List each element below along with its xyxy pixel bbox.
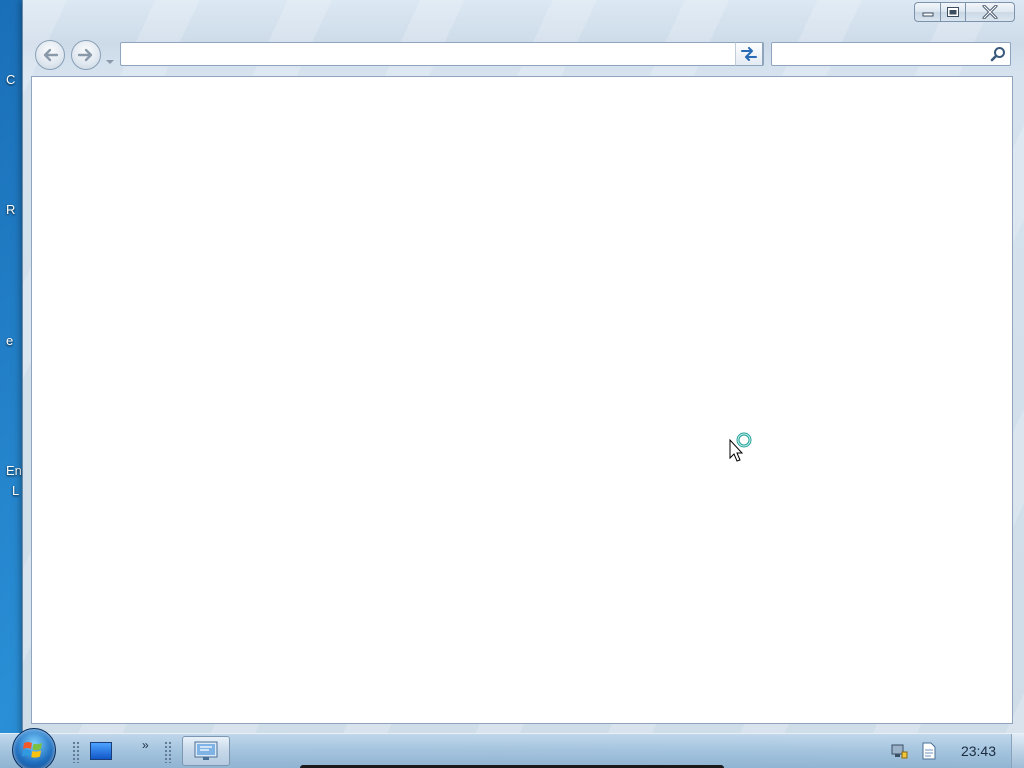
forward-button[interactable] <box>71 40 101 70</box>
toolbar-grip[interactable] <box>72 741 80 763</box>
windows-logo-icon <box>22 742 42 758</box>
address-input[interactable] <box>125 45 719 65</box>
navigation-bar <box>23 38 1024 72</box>
maximize-icon <box>947 7 959 17</box>
search-input[interactable] <box>776 45 986 65</box>
address-bar[interactable] <box>120 42 764 66</box>
explorer-window <box>22 0 1024 735</box>
search-button[interactable] <box>990 46 1006 67</box>
document-icon[interactable] <box>920 742 938 760</box>
arrow-left-icon <box>43 48 59 62</box>
caption-buttons <box>914 2 1015 24</box>
explorer-window-icon <box>194 741 218 760</box>
show-desktop-button[interactable] <box>1011 734 1024 768</box>
toolbar-grip[interactable] <box>164 741 172 763</box>
maximize-button[interactable] <box>941 2 966 22</box>
clock[interactable]: 23:43 <box>961 743 996 759</box>
desktop-icon-label[interactable]: C <box>6 72 15 87</box>
start-button[interactable] <box>12 728 56 768</box>
refresh-icon <box>741 47 757 61</box>
desktop-icon-label[interactable]: R <box>6 202 15 217</box>
taskbar: » 23:43 <box>0 728 1024 768</box>
desktop-icon-label[interactable]: En <box>6 463 22 478</box>
taskbar-explorer-button[interactable] <box>182 736 230 766</box>
chevron-down-icon <box>106 60 114 64</box>
busy-cursor <box>728 432 754 467</box>
back-button[interactable] <box>35 40 65 70</box>
content-pane[interactable] <box>31 76 1013 724</box>
close-icon <box>982 5 998 19</box>
search-box[interactable] <box>771 42 1011 66</box>
minimize-button[interactable] <box>914 2 941 22</box>
quicklaunch-chevron-icon[interactable]: » <box>142 738 149 752</box>
desktop-icon-label[interactable]: e <box>6 333 13 348</box>
busy-cursor-icon <box>729 432 752 462</box>
desktop-icon-label[interactable]: L <box>12 483 19 498</box>
recent-pages-dropdown[interactable] <box>105 52 115 70</box>
show-desktop-quicklaunch[interactable] <box>90 742 112 760</box>
search-icon <box>990 47 1005 62</box>
refresh-button[interactable] <box>735 42 763 66</box>
close-button[interactable] <box>966 2 1015 22</box>
minimize-icon <box>922 12 933 17</box>
network-icon[interactable] <box>890 742 908 760</box>
arrow-right-icon <box>77 48 93 62</box>
